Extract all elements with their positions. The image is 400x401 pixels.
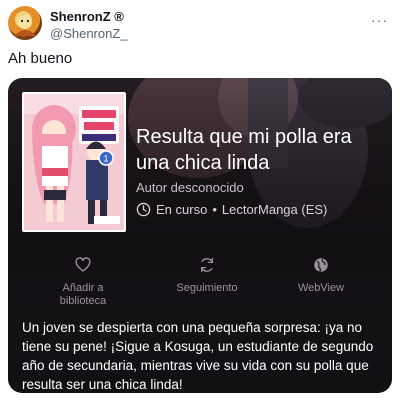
globe-icon — [314, 258, 328, 272]
heart-icon — [75, 257, 91, 272]
manga-description: Un joven se despierta con una pequeña so… — [22, 320, 374, 392]
add-to-library-label: Añadir a biblioteca — [59, 282, 107, 307]
sync-icon — [201, 257, 213, 273]
manga-title: Resulta que mi polla era una chica linda — [136, 126, 352, 174]
webview-label: WebView — [297, 282, 345, 294]
clock-icon — [136, 202, 151, 217]
avatar[interactable] — [8, 6, 42, 40]
manga-card[interactable]: 1 Resulta que mi polla era una chica lin… — [8, 78, 392, 393]
add-to-library-button[interactable]: Añadir a biblioteca — [28, 256, 138, 308]
tracking-label: Seguimiento — [176, 282, 238, 294]
webview-button[interactable]: WebView — [266, 256, 376, 295]
status-separator: • — [212, 202, 217, 217]
user-display-name[interactable]: ShenronZ ® — [50, 9, 124, 24]
user-handle[interactable]: @ShenronZ_ — [50, 26, 128, 41]
tweet-header: ShenronZ ® @ShenronZ_ ··· — [8, 6, 392, 42]
status-text: En curso — [156, 202, 208, 217]
manga-cover[interactable]: 1 — [22, 92, 126, 232]
source-text: LectorManga (ES) — [221, 202, 328, 217]
tracking-button[interactable]: Seguimiento — [152, 256, 262, 295]
manga-author: Autor desconocido — [136, 180, 244, 195]
svg-text:1: 1 — [103, 154, 108, 164]
tweet-text: Ah bueno — [8, 50, 73, 67]
more-options-icon[interactable]: ··· — [371, 12, 388, 28]
manga-status-line: En curso • LectorManga (ES) — [136, 202, 327, 217]
action-bar: Añadir a biblioteca Seguimiento WebView — [8, 256, 392, 316]
